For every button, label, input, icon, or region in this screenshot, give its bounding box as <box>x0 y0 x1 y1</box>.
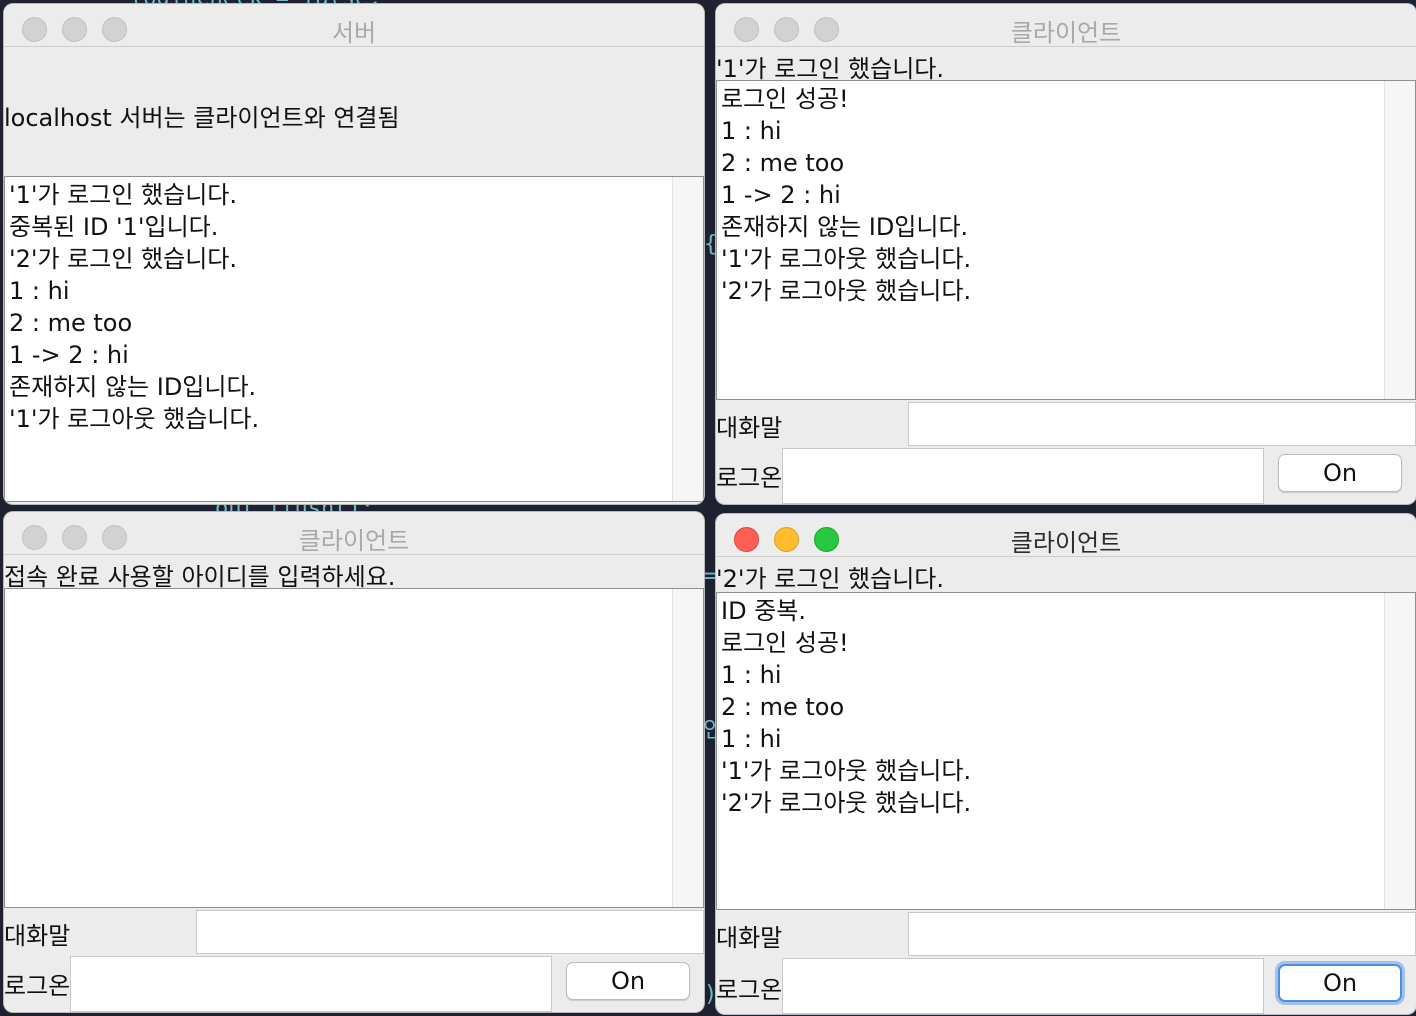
window-title: 서버 <box>331 19 377 47</box>
chat-log-area[interactable] <box>4 588 704 908</box>
logon-input[interactable] <box>782 958 1264 1014</box>
chat-input[interactable] <box>908 402 1416 446</box>
server-status-label: localhost 서버는 클라이언트와 연결됨 <box>4 104 400 132</box>
log-line: 1 : hi <box>9 277 70 305</box>
on-button[interactable]: On <box>566 962 690 1000</box>
client-window-2: 클라이언트 접속 완료 사용할 아이디를 입력하세요. 대화말 로그온 On <box>4 512 704 1012</box>
log-line: 존재하지 않는 ID입니다. <box>9 373 257 401</box>
log-line: '2'가 로그인 했습니다. <box>9 245 237 273</box>
on-button[interactable]: On <box>1278 454 1402 492</box>
logon-input[interactable] <box>782 448 1264 504</box>
window-title: 클라이언트 <box>1010 19 1122 47</box>
log-line: '1'가 로그아웃 했습니다. <box>721 757 972 785</box>
client-titlebar[interactable]: 클라이언트 <box>716 4 1416 47</box>
client-window-1: 클라이언트 '1'가 로그인 했습니다. 로그인 성공! 1 : hi 2 : me… <box>716 4 1416 504</box>
scrollbar[interactable] <box>672 589 703 907</box>
log-line: 존재하지 않는 ID입니다. <box>721 213 969 241</box>
log-line: 1 -> 2 : hi <box>9 341 129 369</box>
client-status-label: 접속 완료 사용할 아이디를 입력하세요. <box>4 563 396 591</box>
log-line: 1 : hi <box>721 117 782 145</box>
server-log-text: '1'가 로그인 했습니다. 중복된 ID '1'입니다. '2'가 로그인 했습니… <box>5 177 703 437</box>
logon-input[interactable] <box>70 956 552 1012</box>
log-line: 2 : me too <box>9 309 133 337</box>
chat-log-text: 로그인 성공! 1 : hi 2 : me too 1 -> 2 : hi 존재하지 않… <box>717 81 1415 309</box>
server-window: 서버 localhost 서버는 클라이언트와 연결됨 '1'가 로그인 했습니… <box>4 4 704 504</box>
log-line: 2 : me too <box>721 149 845 177</box>
chat-input[interactable] <box>196 910 704 954</box>
chat-log-area[interactable]: ID 중복. 로그인 성공! 1 : hi 2 : me too 1 : hi '1'가 … <box>716 592 1416 910</box>
log-line: '1'가 로그아웃 했습니다. <box>721 245 972 273</box>
client-titlebar[interactable]: 클라이언트 <box>4 512 704 555</box>
log-line: 로그인 성공! <box>721 629 849 657</box>
logon-label: 로그온 <box>716 976 783 1004</box>
log-line: '1'가 로그아웃 했습니다. <box>9 405 260 433</box>
chat-label: 대화말 <box>4 922 71 950</box>
log-line: 1 : hi <box>721 725 782 753</box>
background-code-fragment: = <box>703 564 717 589</box>
window-title: 클라이언트 <box>298 527 410 555</box>
log-line: 로그인 성공! <box>721 85 849 113</box>
log-line: 1 : hi <box>721 661 782 689</box>
on-button[interactable]: On <box>1278 964 1402 1002</box>
log-line: 1 -> 2 : hi <box>721 181 841 209</box>
scrollbar[interactable] <box>1384 593 1415 909</box>
log-line: '2'가 로그아웃 했습니다. <box>721 789 972 817</box>
server-log-area[interactable]: '1'가 로그인 했습니다. 중복된 ID '1'입니다. '2'가 로그인 했습니… <box>4 176 704 502</box>
logon-label: 로그온 <box>4 972 71 1000</box>
client-titlebar[interactable]: 클라이언트 <box>716 514 1416 557</box>
log-line: '1'가 로그인 했습니다. <box>9 181 237 209</box>
chat-log-area[interactable]: 로그인 성공! 1 : hi 2 : me too 1 -> 2 : hi 존재하지 않… <box>716 80 1416 400</box>
window-title: 클라이언트 <box>1010 529 1122 557</box>
log-line: 중복된 ID '1'입니다. <box>9 213 219 241</box>
chat-log-text <box>5 589 703 593</box>
chat-input[interactable] <box>908 912 1416 956</box>
scrollbar[interactable] <box>1384 81 1415 399</box>
logon-label: 로그온 <box>716 464 783 492</box>
chat-label: 대화말 <box>716 414 783 442</box>
client-status-label: '1'가 로그인 했습니다. <box>716 55 944 83</box>
chat-log-text: ID 중복. 로그인 성공! 1 : hi 2 : me too 1 : hi '1'가 … <box>717 593 1415 821</box>
client-window-3: 클라이언트 '2'가 로그인 했습니다. ID 중복. 로그인 성공! 1 : hi… <box>716 514 1416 1014</box>
client-status-label: '2'가 로그인 했습니다. <box>716 565 944 593</box>
log-line: 2 : me too <box>721 693 845 721</box>
log-line: ID 중복. <box>721 597 806 625</box>
server-titlebar[interactable]: 서버 <box>4 4 704 47</box>
scrollbar[interactable] <box>672 177 703 501</box>
log-line: '2'가 로그아웃 했습니다. <box>721 277 972 305</box>
chat-label: 대화말 <box>716 924 783 952</box>
